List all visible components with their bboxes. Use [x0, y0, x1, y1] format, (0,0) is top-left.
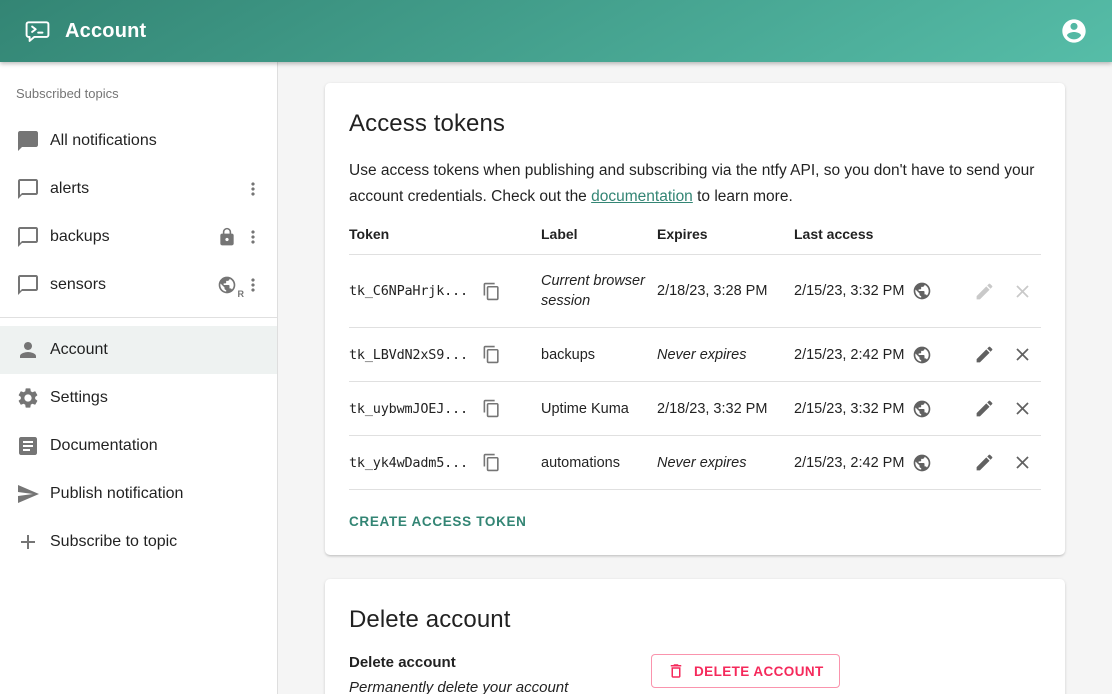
delete-account-card: Delete account Delete account Permanentl… [325, 579, 1065, 694]
app-bar: Account [0, 0, 1112, 62]
globe-icon [912, 345, 932, 365]
delete-account-title: Delete account [349, 606, 1041, 634]
delete-x-icon[interactable] [1012, 398, 1033, 419]
globe-icon [912, 399, 932, 419]
copy-icon[interactable] [482, 453, 501, 472]
delete-x-icon[interactable] [1012, 344, 1033, 365]
topic-label: backups [50, 228, 217, 246]
chat-bubble-outline-icon [16, 225, 40, 249]
sidebar-item-account[interactable]: Account [0, 326, 277, 374]
globe-icon [912, 453, 932, 473]
topic-menu-icon[interactable] [243, 275, 263, 295]
nav-label: Settings [50, 389, 263, 407]
reserved-badge: R [238, 289, 245, 299]
token-value: tk_LBVdN2xS9... [349, 345, 468, 365]
token-label: Current browser session [541, 273, 645, 309]
chat-bubble-outline-icon [16, 273, 40, 297]
sidebar-item-all-notifications[interactable]: All notifications [0, 117, 277, 165]
delete-account-row-title: Delete account [349, 654, 651, 671]
topic-label: alerts [50, 180, 243, 198]
app-shell: Subscribed topics All notifications aler… [0, 62, 1112, 694]
nav-label: Subscribe to topic [50, 533, 263, 551]
token-label: Uptime Kuma [541, 401, 629, 417]
tokens-table: Token Label Expires Last access tk_C6NPa… [349, 222, 1041, 490]
delete-account-button[interactable]: DELETE ACCOUNT [651, 654, 840, 688]
col-header-token: Token [349, 222, 541, 255]
trash-icon [667, 662, 685, 680]
chat-bubble-outline-icon [16, 177, 40, 201]
topic-label: All notifications [50, 132, 263, 150]
gear-icon [16, 386, 40, 410]
token-table-row: tk_uybwmJOEJ... Uptime Kuma 2/18/23, 3:3… [349, 382, 1041, 436]
col-header-last-access: Last access [794, 222, 984, 255]
access-tokens-title: Access tokens [349, 110, 1041, 138]
token-expires: Never expires [657, 347, 746, 363]
delete-account-row: Delete account Permanently delete your a… [349, 654, 1041, 694]
edit-pencil-icon[interactable] [974, 452, 995, 473]
col-header-expires: Expires [657, 222, 794, 255]
chat-bubble-filled-icon [16, 129, 40, 153]
delete-account-row-description: Permanently delete your account [349, 679, 651, 694]
nav-label: Account [50, 341, 263, 359]
edit-pencil-icon[interactable] [974, 344, 995, 365]
token-value: tk_yk4wDadm5... [349, 453, 468, 473]
edit-pencil-icon[interactable] [974, 281, 995, 302]
token-last-access: 2/15/23, 3:32 PM [794, 281, 904, 301]
token-expires: 2/18/23, 3:32 PM [657, 401, 767, 417]
topic-menu-icon[interactable] [243, 179, 263, 199]
globe-icon [912, 281, 932, 301]
token-last-access: 2/15/23, 2:42 PM [794, 345, 904, 365]
reserved-globe-icon: R [217, 275, 237, 295]
token-table-row: tk_LBVdN2xS9... backups Never expires 2/… [349, 328, 1041, 382]
token-last-access: 2/15/23, 3:32 PM [794, 399, 904, 419]
delete-x-icon[interactable] [1012, 281, 1033, 302]
ntfy-logo-icon [24, 18, 51, 45]
topic-menu-icon[interactable] [243, 227, 263, 247]
tokens-table-header-row: Token Label Expires Last access [349, 222, 1041, 255]
lock-icon [217, 227, 237, 247]
copy-icon[interactable] [482, 399, 501, 418]
token-expires: 2/18/23, 3:28 PM [657, 283, 767, 299]
token-table-row: tk_yk4wDadm5... automations Never expire… [349, 436, 1041, 490]
token-label: automations [541, 455, 620, 471]
documentation-link[interactable]: documentation [591, 188, 693, 205]
edit-pencil-icon[interactable] [974, 398, 995, 419]
sidebar-item-backups[interactable]: backups [0, 213, 277, 261]
token-table-row: tk_C6NPaHrjk... Current browser session … [349, 255, 1041, 328]
create-access-token-button[interactable]: CREATE ACCESS TOKEN [349, 514, 527, 529]
col-header-actions [984, 222, 1041, 255]
subscribed-topics-label: Subscribed topics [0, 62, 277, 117]
copy-icon[interactable] [482, 282, 501, 301]
access-tokens-card: Access tokens Use access tokens when pub… [325, 83, 1065, 555]
sidebar-item-documentation[interactable]: Documentation [0, 422, 277, 470]
copy-icon[interactable] [482, 345, 501, 364]
token-expires: Never expires [657, 455, 746, 471]
main-area[interactable]: Access tokens Use access tokens when pub… [278, 62, 1112, 694]
nav-label: Documentation [50, 437, 263, 455]
sidebar-item-publish-notification[interactable]: Publish notification [0, 470, 277, 518]
topic-label: sensors [50, 276, 217, 294]
token-value: tk_C6NPaHrjk... [349, 281, 468, 301]
main-content: Access tokens Use access tokens when pub… [325, 83, 1065, 694]
plus-icon [16, 530, 40, 554]
person-icon [16, 338, 40, 362]
sidebar-item-sensors[interactable]: sensors R [0, 261, 277, 309]
token-value: tk_uybwmJOEJ... [349, 399, 468, 419]
sidebar-item-settings[interactable]: Settings [0, 374, 277, 422]
sidebar: Subscribed topics All notifications aler… [0, 62, 278, 694]
col-header-label: Label [541, 222, 657, 255]
sidebar-item-subscribe-to-topic[interactable]: Subscribe to topic [0, 518, 277, 566]
token-label: backups [541, 347, 595, 363]
sidebar-divider [0, 317, 277, 318]
delete-x-icon[interactable] [1012, 452, 1033, 473]
sidebar-item-alerts[interactable]: alerts [0, 165, 277, 213]
token-last-access: 2/15/23, 2:42 PM [794, 453, 904, 473]
page-title: Account [65, 20, 146, 43]
account-circle-icon[interactable] [1060, 17, 1088, 45]
send-icon [16, 482, 40, 506]
access-tokens-description: Use access tokens when publishing and su… [349, 158, 1041, 210]
nav-label: Publish notification [50, 485, 263, 503]
article-icon [16, 434, 40, 458]
